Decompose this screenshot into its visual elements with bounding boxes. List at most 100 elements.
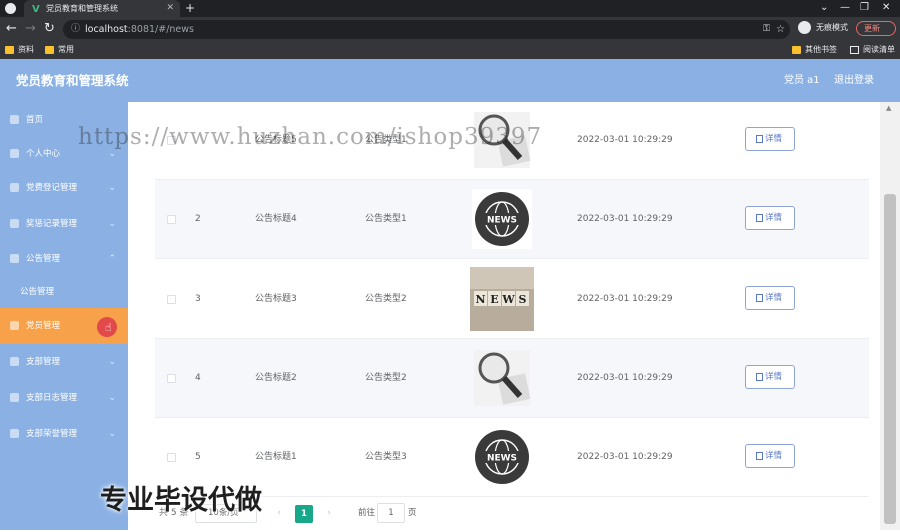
- member-icon: [10, 321, 19, 330]
- sidebar-item-notices[interactable]: 公告管理 ⌃: [0, 241, 128, 277]
- main-content: 公告标题5 公告类型1 2022-03-01 10:29:29 详情 2 公告标…: [128, 102, 880, 532]
- folder-icon: [792, 46, 801, 54]
- goto-page-input[interactable]: 1: [377, 503, 405, 523]
- scroll-thumb[interactable]: [884, 194, 896, 524]
- logout-link[interactable]: 退出登录: [834, 59, 874, 102]
- incognito-icon[interactable]: [798, 21, 811, 34]
- bookmark-star-icon[interactable]: ☆: [776, 20, 785, 39]
- detail-button[interactable]: 详情: [745, 127, 795, 151]
- table-row: 2 公告标题4 公告类型1 NEWS 2022-03-01 10:29:29 详…: [155, 180, 869, 259]
- detail-label: 详情: [765, 372, 783, 382]
- row-time: 2022-03-01 10:29:29: [577, 373, 673, 383]
- row-type: 公告类型3: [365, 452, 407, 462]
- reload-icon[interactable]: ↻: [44, 20, 55, 37]
- detail-button[interactable]: 详情: [745, 286, 795, 310]
- sidebar-subitem-notices[interactable]: 公告管理: [0, 274, 128, 310]
- forward-icon[interactable]: →: [25, 20, 36, 37]
- reading-list-icon: [850, 46, 859, 54]
- detail-label: 详情: [765, 134, 783, 144]
- browser-tab[interactable]: V 党员教育和管理系统 ✕: [24, 0, 180, 17]
- pagination: 共 5 条 10条/页 ‹ 1 › 前往 1 页: [155, 502, 869, 530]
- sidebar-item-rewards[interactable]: 奖惩记录管理 ⌄: [0, 206, 128, 242]
- prev-page-icon[interactable]: ‹: [271, 505, 287, 521]
- detail-button[interactable]: 详情: [745, 444, 795, 468]
- chevron-down-icon: ⌄: [108, 149, 116, 159]
- tab-close-icon[interactable]: ✕: [166, 0, 174, 17]
- log-icon: [10, 393, 19, 402]
- notice-icon: [10, 254, 19, 263]
- address-bar[interactable]: ⓘ localhost:8081/#/news ⚿ ☆: [63, 20, 790, 39]
- sidebar-item-branch-logs[interactable]: 支部日志管理 ⌄: [0, 380, 128, 416]
- next-page-icon[interactable]: ›: [321, 505, 337, 521]
- info-icon[interactable]: ⓘ: [71, 20, 80, 39]
- back-icon[interactable]: ←: [6, 20, 17, 37]
- scroll-up-icon[interactable]: ▲: [886, 104, 891, 112]
- news-magnifier-image: [474, 112, 531, 168]
- chevron-down-icon: ⌄: [108, 429, 116, 439]
- sidebar-item-honors[interactable]: 支部荣誉管理 ⌄: [0, 416, 128, 452]
- user-icon: [10, 149, 19, 158]
- bookmarks-bar: 资料 常用 其他书签 阅读清单: [0, 41, 900, 59]
- detail-button[interactable]: 详情: [745, 206, 795, 230]
- scrollbar[interactable]: ▲: [880, 102, 900, 530]
- browser-tabbar: V 党员教育和管理系统 ✕ + ⌄ — ❐ ✕: [0, 0, 900, 17]
- sidebar-item-members[interactable]: 党员管理 ☝: [0, 308, 128, 344]
- bookmark-folder[interactable]: 资料: [5, 41, 34, 59]
- svg-text:NEWS: NEWS: [487, 454, 517, 464]
- row-title: 公告标题4: [255, 214, 297, 224]
- new-tab-icon[interactable]: +: [185, 0, 195, 16]
- row-checkbox[interactable]: [167, 453, 176, 462]
- sidebar-item-profile[interactable]: 个人中心 ⌄: [0, 136, 128, 172]
- restore-icon[interactable]: ❐: [860, 0, 869, 16]
- sidebar-item-label: 党费登记管理: [26, 183, 78, 193]
- address-host: localhost: [85, 24, 128, 35]
- wallet-icon: [10, 183, 19, 192]
- document-icon: [756, 452, 763, 460]
- tab-search-icon[interactable]: ⌄: [820, 0, 828, 16]
- browser-toolbar: ← → ↻ ⓘ localhost:8081/#/news ⚿ ☆: [0, 17, 900, 41]
- row-checkbox[interactable]: [167, 215, 176, 224]
- page-number[interactable]: 1: [295, 505, 313, 523]
- chevron-down-icon: ⌄: [108, 357, 116, 367]
- row-title: 公告标题1: [255, 452, 297, 462]
- honor-icon: [10, 429, 19, 438]
- minimize-icon[interactable]: —: [840, 0, 850, 16]
- sidebar-item-home[interactable]: 首页: [0, 102, 128, 138]
- browser-app-icon[interactable]: [5, 3, 16, 14]
- hand-cursor-icon: ☝: [105, 321, 112, 334]
- row-index: 5: [195, 452, 201, 462]
- page-size-select[interactable]: 10条/页: [195, 504, 257, 523]
- key-icon[interactable]: ⚿: [763, 20, 770, 39]
- update-button[interactable]: 更新: [856, 21, 896, 36]
- close-window-icon[interactable]: ✕: [882, 0, 890, 16]
- address-path: :8081/#/news: [127, 24, 194, 35]
- row-type: 公告类型1: [365, 214, 407, 224]
- detail-label: 详情: [765, 451, 783, 461]
- row-checkbox[interactable]: [167, 136, 176, 145]
- sidebar-item-label: 支部荣誉管理: [26, 429, 78, 439]
- notice-table: 公告标题5 公告类型1 2022-03-01 10:29:29 详情 2 公告标…: [155, 102, 869, 532]
- row-type: 公告类型1: [365, 135, 407, 145]
- bookmark-folder[interactable]: 常用: [45, 41, 74, 59]
- row-title: 公告标题2: [255, 373, 297, 383]
- row-index: 3: [195, 294, 201, 304]
- row-title: 公告标题3: [255, 294, 297, 304]
- sidebar-item-label: 公告管理: [26, 254, 61, 264]
- vue-logo-icon: V: [32, 4, 40, 15]
- sidebar-item-label: 支部日志管理: [26, 393, 78, 403]
- pagination-total: 共 5 条: [159, 508, 189, 518]
- reading-list[interactable]: 阅读清单: [850, 41, 895, 59]
- table-row: 3 公告标题3 公告类型2 N E W S 2022-03-01 10:29:2…: [155, 260, 869, 339]
- row-checkbox[interactable]: [167, 374, 176, 383]
- app-header: 党员教育和管理系统 党员 a1 退出登录: [0, 59, 900, 102]
- detail-button[interactable]: 详情: [745, 365, 795, 389]
- row-checkbox[interactable]: [167, 295, 176, 304]
- detail-label: 详情: [765, 293, 783, 303]
- table-row: 4 公告标题2 公告类型2 2022-03-01 10:29:29 详情: [155, 339, 869, 418]
- row-type: 公告类型2: [365, 373, 407, 383]
- sidebar-item-branches[interactable]: 支部管理 ⌄: [0, 344, 128, 380]
- sidebar-item-dues[interactable]: 党费登记管理 ⌄: [0, 170, 128, 206]
- home-icon: [10, 115, 19, 124]
- chevron-down-icon: ⌄: [108, 393, 116, 403]
- other-bookmarks[interactable]: 其他书签: [792, 41, 837, 59]
